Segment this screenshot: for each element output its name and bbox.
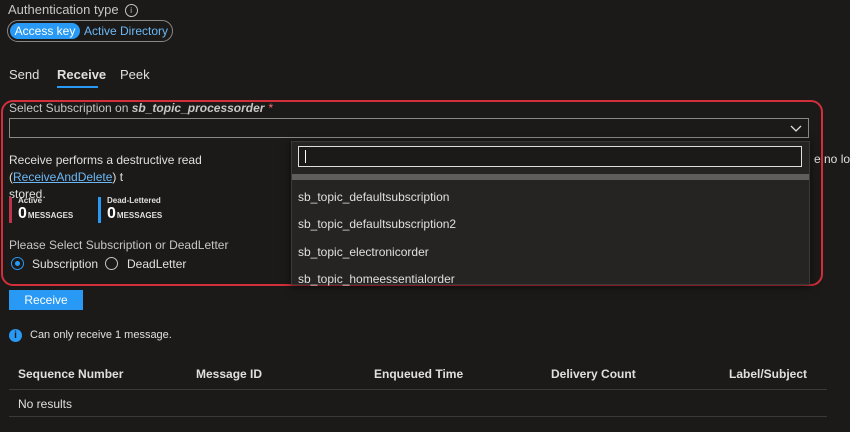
info-icon[interactable]: i xyxy=(124,4,138,17)
radio-subscription-label[interactable]: Subscription xyxy=(32,257,98,271)
subscription-dropdown: sb_topic_defaultsubscription sb_topic_de… xyxy=(291,141,810,286)
tab-peek[interactable]: Peek xyxy=(120,67,150,82)
radio-deadletter-label[interactable]: DeadLetter xyxy=(127,257,186,271)
auth-type-label: Authentication type i xyxy=(8,2,138,17)
receive-button[interactable]: Receive xyxy=(9,290,83,310)
auth-type-toggle[interactable]: Access key Active Directory xyxy=(7,20,173,42)
column-header-label-subject[interactable]: Label/Subject xyxy=(729,367,807,381)
radio-subscription[interactable] xyxy=(11,257,24,270)
chevron-down-icon xyxy=(790,125,802,132)
receive-and-delete-link[interactable]: ReceiveAndDelete xyxy=(13,170,112,184)
auth-option-active-directory[interactable]: Active Directory xyxy=(84,23,168,39)
auth-option-access-key[interactable]: Access key xyxy=(10,23,80,39)
tab-receive[interactable]: Receive xyxy=(57,67,106,82)
tab-send[interactable]: Send xyxy=(9,67,39,82)
radio-deadletter[interactable] xyxy=(105,257,118,270)
text-caret xyxy=(305,150,306,163)
dropdown-option[interactable]: sb_topic_defaultsubscription xyxy=(298,190,449,204)
active-metric-bar xyxy=(9,197,12,223)
deadletter-metric: Dead-Lettered 0MESSAGES xyxy=(107,196,163,222)
receive-description-tail: e no long xyxy=(814,152,850,166)
table-empty-text: No results xyxy=(18,397,73,411)
column-header-delivery-count[interactable]: Delivery Count xyxy=(551,367,636,381)
dropdown-option[interactable]: sb_topic_homeessentialorder xyxy=(298,272,455,286)
column-header-message-id[interactable]: Message ID xyxy=(196,367,262,381)
source-select-label: Please Select Subscription or DeadLetter xyxy=(9,238,229,252)
deadletter-metric-bar xyxy=(98,197,101,223)
active-tab-indicator xyxy=(57,86,98,88)
info-icon: i xyxy=(9,329,22,342)
column-header-sequence-number[interactable]: Sequence Number xyxy=(18,367,123,381)
column-header-enqueued-time[interactable]: Enqueued Time xyxy=(374,367,463,381)
dropdown-option[interactable]: sb_topic_electronicorder xyxy=(298,245,429,259)
dropdown-search-input[interactable] xyxy=(298,146,802,167)
table-header-divider xyxy=(9,389,827,390)
table-row-divider xyxy=(9,416,827,417)
subscription-label: Select Subscription on sb_topic_processo… xyxy=(9,101,274,115)
subscription-select[interactable] xyxy=(9,118,809,138)
dropdown-scrollbar[interactable] xyxy=(292,174,809,180)
active-metric: Active 0MESSAGES xyxy=(18,196,74,222)
receive-limit-note: Can only receive 1 message. xyxy=(30,329,172,341)
dropdown-option[interactable]: sb_topic_defaultsubscription2 xyxy=(298,217,456,231)
